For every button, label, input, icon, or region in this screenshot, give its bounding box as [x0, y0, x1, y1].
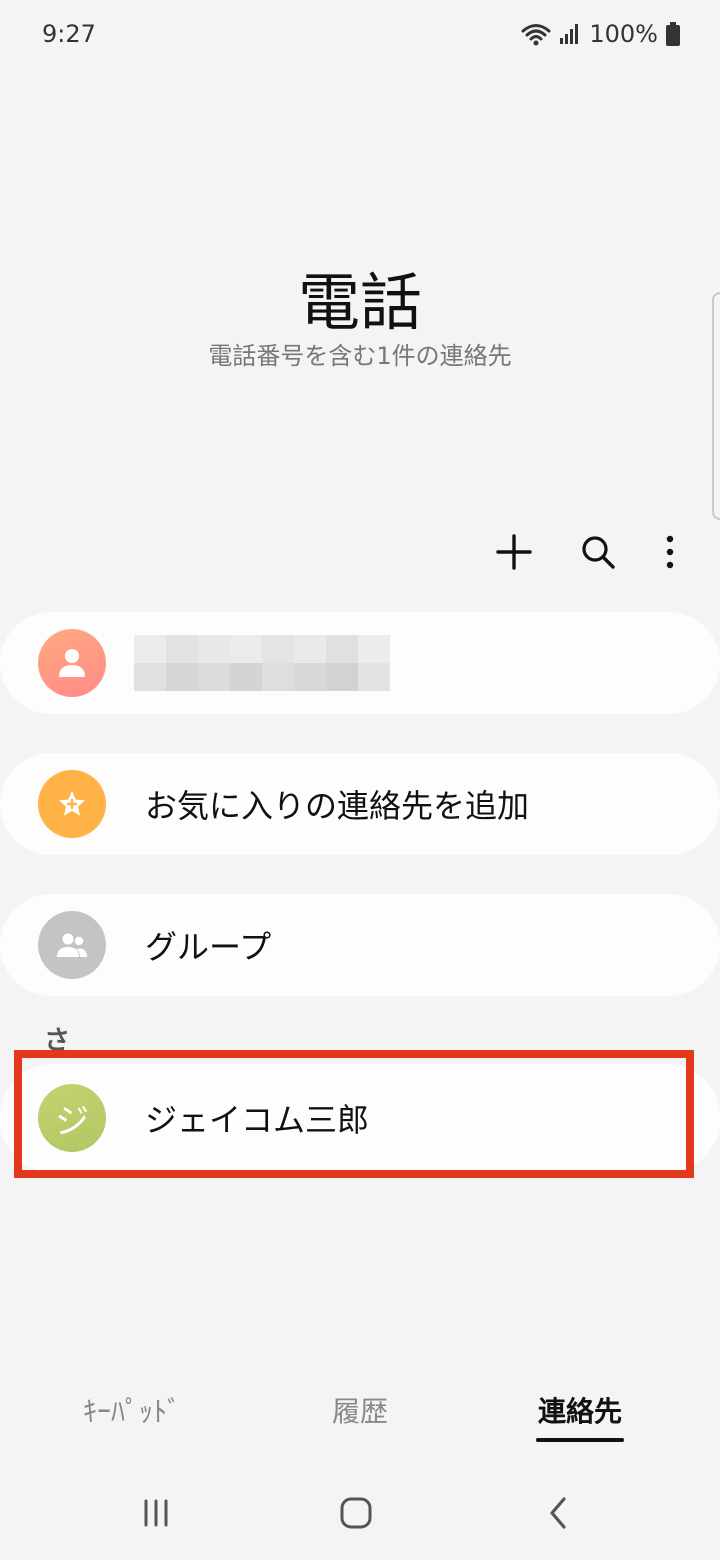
add-favorites-label: お気に入りの連絡先を追加: [145, 787, 530, 825]
tab-keypad[interactable]: ｷｰﾊﾟｯﾄﾞ: [72, 1390, 192, 1430]
battery-icon: [666, 22, 680, 46]
people-icon: [57, 933, 87, 957]
groups-avatar: [38, 911, 106, 979]
plus-icon: [496, 534, 532, 570]
tab-contacts[interactable]: 連絡先: [520, 1390, 640, 1430]
profile-avatar: [38, 629, 106, 697]
toolbar: [492, 530, 680, 574]
recents-button[interactable]: [126, 1478, 186, 1548]
more-options-icon: [666, 535, 674, 569]
tab-history[interactable]: 履歴: [300, 1390, 420, 1430]
status-icons: 100%: [521, 20, 680, 48]
home-icon: [340, 1497, 372, 1529]
system-nav-bar: [0, 1478, 720, 1548]
profile-name-redacted: [134, 635, 390, 691]
edge-panel-handle[interactable]: [712, 292, 720, 520]
groups-label: グループ: [145, 928, 272, 966]
page-subtitle: 電話番号を含む1件の連絡先: [208, 342, 512, 370]
favorites-avatar: [38, 770, 106, 838]
contact-avatar: ジ: [38, 1084, 106, 1152]
active-tab-indicator: [536, 1438, 624, 1442]
contact-initial: ジ: [55, 1101, 89, 1142]
person-icon: [59, 649, 85, 677]
add-favorites-card[interactable]: お気に入りの連絡先を追加: [0, 753, 720, 855]
back-button[interactable]: [528, 1478, 588, 1548]
search-button[interactable]: [576, 530, 620, 574]
more-options-button[interactable]: [660, 530, 680, 574]
page-title: 電話: [297, 266, 422, 339]
my-profile-card[interactable]: [0, 612, 720, 714]
phone-screen: 9:27 100% 電話 電話番号を含む1件の連絡先 お気に入りの連絡先を追加 …: [0, 0, 720, 1560]
add-contact-button[interactable]: [492, 530, 536, 574]
search-icon: [582, 536, 615, 569]
groups-card[interactable]: グループ: [0, 894, 720, 996]
bottom-tab-bar: ｷｰﾊﾟｯﾄﾞ 履歴 連絡先: [0, 1390, 720, 1450]
status-bar: 9:27 100%: [0, 0, 720, 70]
back-icon: [550, 1497, 566, 1529]
recents-icon: [144, 1499, 168, 1527]
wifi-icon: [521, 24, 551, 46]
home-button[interactable]: [326, 1478, 386, 1548]
section-index-header: さ: [44, 1026, 71, 1056]
signal-icon: [560, 24, 579, 44]
contact-name: ジェイコム三郎: [145, 1101, 370, 1139]
contact-list-item[interactable]: ジ ジェイコム三郎: [0, 1064, 720, 1172]
battery-percent: 100%: [589, 20, 658, 48]
star-icon: [59, 791, 85, 816]
status-time: 9:27: [42, 20, 96, 48]
